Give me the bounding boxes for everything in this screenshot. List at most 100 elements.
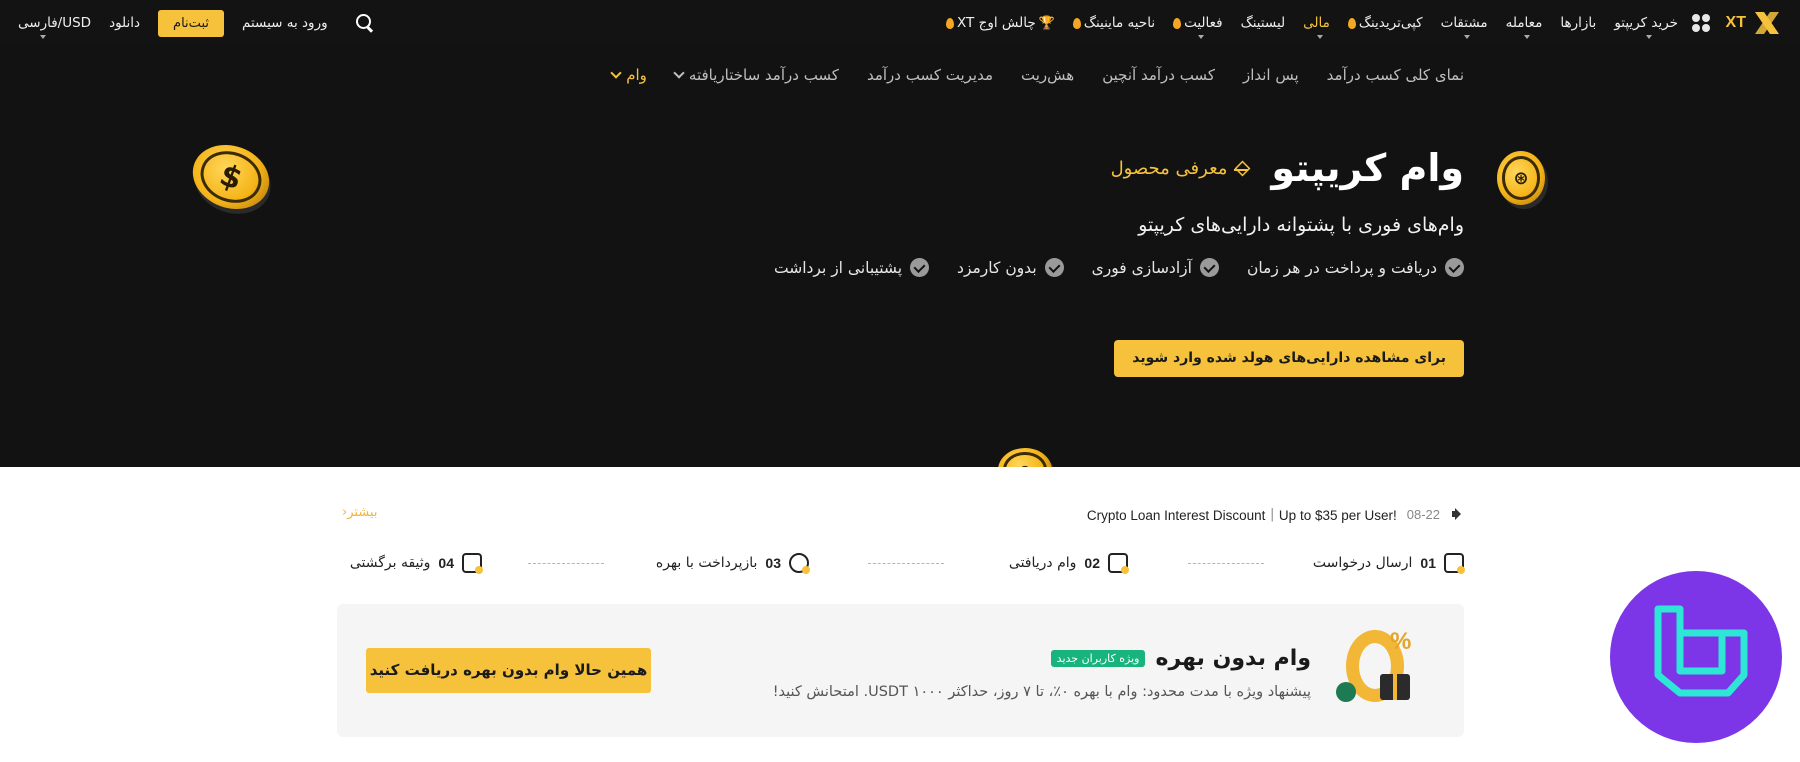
nav-listing-label: لیستینگ [1240, 15, 1286, 31]
percent-symbol: % [1390, 628, 1412, 655]
feature-list: دریافت و پرداخت در هر زمان آزادسازی فوری… [774, 258, 1464, 277]
nav-xt-challenge-label: چالش اوج XT [957, 15, 1036, 31]
logo-text: XT [1725, 14, 1746, 31]
flame-icon [946, 17, 955, 29]
nav-activity[interactable]: فعالیت [1173, 15, 1223, 39]
document-edit-icon [1444, 553, 1465, 574]
announcement-bar: 08-22 Crypto Loan Interest Discount｜Up t… [336, 498, 1464, 528]
nav-derivatives[interactable]: مشتقات [1440, 15, 1488, 39]
get-zero-interest-loan-button[interactable]: همین حالا وام بدون بهره دریافت کنید [366, 648, 651, 693]
subnav-earn-management[interactable]: مدیریت کسب درآمد [867, 66, 993, 84]
nav-copy-trading[interactable]: کپی‌تریدینگ [1347, 15, 1423, 31]
green-coin-icon [1336, 682, 1356, 702]
subnav-hashrate[interactable]: هش‌ریت [1021, 66, 1074, 84]
announcement[interactable]: 08-22 Crypto Loan Interest Discount｜Up t… [1087, 504, 1464, 524]
feature-item: پشتیبانی از برداشت [773, 258, 930, 277]
feature-label: پشتیبانی از برداشت [773, 258, 903, 277]
new-user-badge: ویژه کاربران جدید [1050, 650, 1146, 667]
nav-derivatives-label: مشتقات [1440, 15, 1488, 31]
watermark-logo-icon [1654, 605, 1748, 697]
nav-finance[interactable]: مالی [1303, 15, 1330, 39]
earn-subnav: نمای کلی کسب درآمد پس انداز کسب درآمد آن… [610, 66, 1464, 84]
feature-label: بدون کارمزد [957, 258, 1037, 277]
chevron-down-icon [1464, 35, 1471, 39]
step-label: وثیقه برگشتی [349, 555, 431, 571]
nav-xt-challenge[interactable]: 🏆 چالش اوج XT [946, 15, 1055, 31]
nav-markets-label: بازارها [1560, 15, 1597, 31]
zero-percent-gift-illustration: % [1336, 622, 1436, 712]
layers-icon [1233, 160, 1249, 176]
step-number: 01 [1420, 555, 1436, 571]
more-label: بیشتر [347, 505, 378, 520]
product-intro-link[interactable]: معرفی محصول [1111, 158, 1250, 179]
more-link[interactable]: بیشتر‹ [342, 505, 377, 520]
chevron-down-icon [1316, 35, 1323, 39]
main-menu: خرید کریپتو بازارها معامله مشتقات کپی‌تر… [946, 0, 1678, 46]
promo-title-row: وام بدون بهره ویژه کاربران جدید [1050, 646, 1311, 671]
page-title: وام کریپتو [1271, 146, 1464, 190]
check-icon [1199, 258, 1219, 277]
step-submit-request: 01 ارسال درخواست [1313, 553, 1465, 574]
check-icon [910, 258, 930, 277]
nav-trade[interactable]: معامله [1505, 15, 1543, 39]
step-divider [868, 563, 944, 564]
nav-mining-zone[interactable]: ناحیه ماینینگ [1072, 15, 1155, 31]
hero-section: نمای کلی کسب درآمد پس انداز کسب درآمد آن… [0, 46, 1800, 467]
login-label: ورود به سیستم [241, 15, 328, 31]
zero-interest-promo-card: % وام بدون بهره ویژه کاربران جدید پیشنها… [337, 604, 1464, 737]
language-currency-selector[interactable]: فارسی/USD [18, 15, 92, 39]
nav-markets[interactable]: بازارها [1560, 15, 1596, 31]
promo-description: پیشنهاد ویژه با مدت محدود: وام با بهره ۰… [772, 684, 1311, 700]
flame-icon [1072, 17, 1081, 29]
chevron-down-icon [673, 67, 685, 79]
step-number: 03 [765, 555, 781, 571]
gift-box-icon [1380, 674, 1410, 700]
nav-listing[interactable]: لیستینگ [1241, 15, 1286, 31]
login-link[interactable]: ورود به سیستم [242, 15, 328, 31]
xt-logo[interactable]: XT [1726, 9, 1782, 37]
step-repay-with-interest: 03 بازپرداخت با بهره [655, 553, 810, 574]
step-label: بازپرداخت با بهره [655, 555, 758, 571]
product-intro-label: معرفی محصول [1110, 157, 1228, 179]
speaker-icon [1450, 507, 1464, 521]
coin-icon: ⊛ [1497, 151, 1545, 205]
feature-item: دریافت و پرداخت در هر زمان [1247, 258, 1464, 277]
feature-label: دریافت و پرداخت در هر زمان [1246, 258, 1437, 277]
step-label: وام دریافتی [1008, 555, 1077, 571]
collateral-return-icon [462, 553, 483, 574]
subnav-onchain-earn[interactable]: کسب درآمد آنچین [1102, 66, 1215, 84]
subnav-savings[interactable]: پس انداز [1243, 66, 1299, 84]
nav-trade-label: معامله [1505, 15, 1543, 31]
apps-grid-icon[interactable] [1692, 14, 1710, 32]
subnav-structured-earn[interactable]: کسب درآمد ساختاریافته [673, 66, 839, 84]
chevron-down-icon [1524, 35, 1530, 39]
download-label: دانلود [109, 15, 141, 31]
watermark-logo [1610, 571, 1782, 743]
language-currency-label: فارسی/USD [18, 15, 92, 31]
subnav-loan[interactable]: وام [610, 66, 647, 84]
subnav-earn-overview[interactable]: نمای کلی کسب درآمد [1327, 66, 1464, 84]
signup-button[interactable]: ثبت‌نام [158, 9, 224, 37]
subnav-structured-earn-label: کسب درآمد ساختاریافته [688, 66, 839, 84]
feature-item: آزادسازی فوری [1092, 258, 1219, 277]
hero-subtitle: وام‌های فوری با پشتوانه دارایی‌های کریپت… [1138, 214, 1464, 236]
search-icon[interactable] [354, 12, 376, 34]
hero-title-row: وام کریپتو معرفی محصول [1111, 146, 1464, 190]
subnav-loan-label: وام [626, 66, 647, 84]
nav-activity-label: فعالیت [1184, 15, 1223, 31]
top-navbar: XT خرید کریپتو بازارها معامله مشتقات کپی… [0, 0, 1800, 46]
nav-buy-crypto[interactable]: خرید کریپتو [1614, 15, 1678, 39]
download-link[interactable]: دانلود [109, 15, 140, 31]
trophy-icon: 🏆 [1038, 15, 1055, 31]
coin-icon: ⊛ [998, 448, 1052, 467]
chevron-down-icon [1646, 35, 1653, 39]
feature-item: بدون کارمزد [957, 258, 1064, 277]
feature-label: آزادسازی فوری [1091, 258, 1192, 277]
announcement-date: 08-22 [1406, 506, 1440, 522]
step-collateral-returned: 04 وثیقه برگشتی [349, 553, 483, 574]
percent-coin-icon [789, 553, 810, 574]
step-divider [528, 563, 604, 564]
chevron-down-icon [1197, 35, 1204, 39]
login-to-view-assets-button[interactable]: برای مشاهده دارایی‌های هولد شده وارد شوی… [1114, 340, 1464, 377]
xt-logo-icon [1755, 12, 1779, 34]
